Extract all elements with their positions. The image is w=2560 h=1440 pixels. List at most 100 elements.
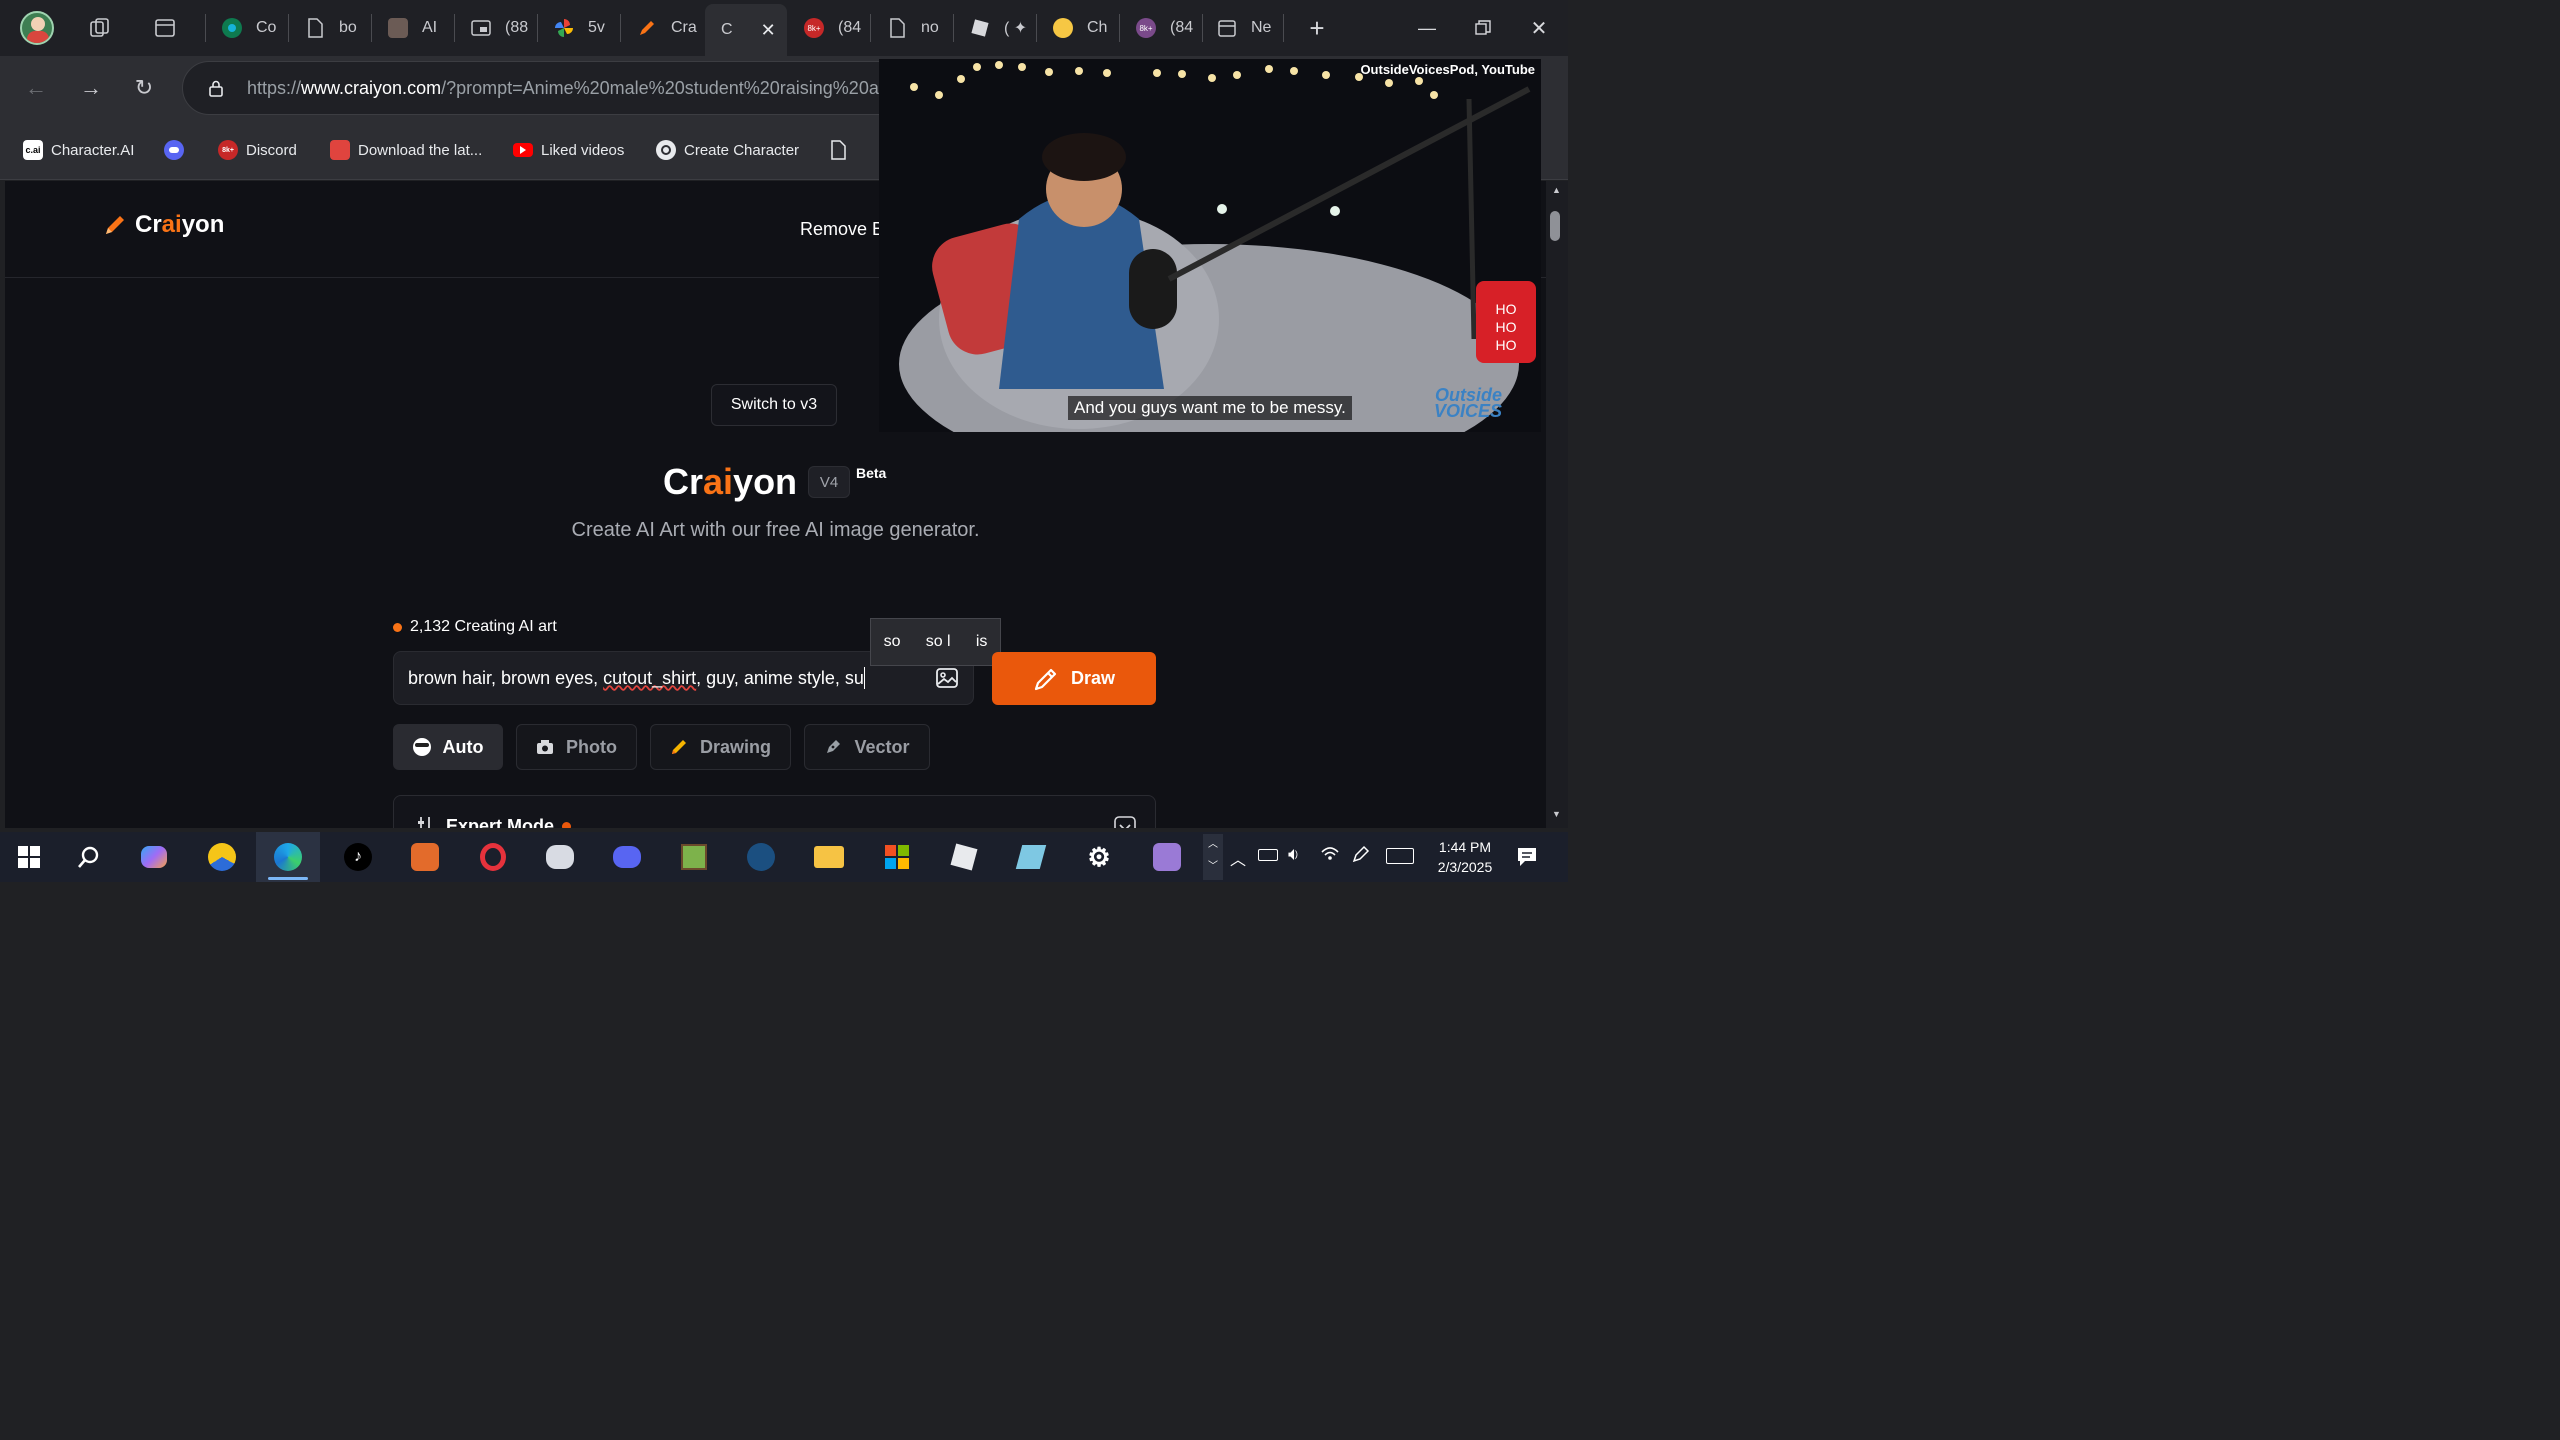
anime-app-icon[interactable] (1150, 840, 1184, 874)
switch-version-button[interactable]: Switch to v3 (711, 384, 837, 426)
autocomplete-suggestions: so so l is (870, 618, 1001, 666)
minecraft-icon[interactable] (677, 840, 711, 874)
chevron-down-icon[interactable] (1114, 816, 1136, 828)
steam-icon[interactable] (744, 840, 778, 874)
pen-icon[interactable] (1351, 844, 1371, 869)
bookmark-character-ai[interactable]: c.ai Character.AI (23, 138, 134, 162)
profile-avatar[interactable] (20, 11, 54, 45)
taskbar-overflow-chevron[interactable]: ︿ ﹀ (1203, 834, 1223, 880)
windows-start-icon[interactable] (12, 840, 46, 874)
emoji-icon (1053, 18, 1073, 38)
scroll-up-icon[interactable]: ▲ (1552, 185, 1561, 195)
site-logo[interactable]: Craiyon (103, 211, 224, 239)
settings-gear-icon[interactable]: ⚙ (1082, 840, 1116, 874)
bookmark-create-character[interactable]: Create Character (656, 138, 799, 162)
browser-tab[interactable]: AI (376, 6, 452, 50)
snipping-tool-icon[interactable] (543, 840, 577, 874)
browser-tab[interactable]: no (875, 6, 951, 50)
keyboard-icon[interactable] (1386, 848, 1414, 864)
new-indicator-dot (562, 822, 572, 828)
mode-vector-button[interactable]: Vector (804, 724, 930, 770)
scroll-down-icon[interactable]: ▼ (1552, 809, 1561, 819)
browser-tab[interactable]: Co (210, 6, 286, 50)
pen-nib-icon (827, 740, 841, 753)
picture-in-picture-icon (471, 18, 491, 38)
browser-tab[interactable]: Ne (1205, 6, 1281, 50)
search-icon[interactable] (72, 840, 106, 874)
suggestion-item[interactable]: so l (926, 633, 951, 651)
8k-icon: 8k+ (218, 140, 238, 160)
beta-label: Beta (856, 465, 887, 481)
mode-drawing-button[interactable]: Drawing (650, 724, 791, 770)
volume-icon[interactable]: 🔉︎ (1288, 844, 1299, 865)
close-window-icon[interactable]: ✕ (1525, 14, 1553, 42)
page-scrollbar[interactable]: ▲ ▼ (1546, 181, 1568, 828)
microsoft-store-icon[interactable] (880, 840, 914, 874)
expert-mode-panel[interactable]: Expert Mode (393, 795, 1156, 828)
bookmark-download[interactable]: Download the lat... (330, 138, 482, 162)
bookmark-liked-videos[interactable]: Liked videos (513, 138, 624, 162)
pencil-icon (1034, 668, 1057, 690)
hero-title: Craiyon (663, 461, 798, 502)
vertical-tabs-icon[interactable] (153, 16, 177, 40)
file-explorer-icon[interactable] (812, 840, 846, 874)
browser-tab[interactable]: Ch (1041, 6, 1117, 50)
copilot-icon[interactable] (137, 840, 171, 874)
browser-tab[interactable]: (88 (459, 6, 535, 50)
tiktok-icon[interactable]: ♪ (341, 840, 375, 874)
restore-icon[interactable] (1469, 14, 1497, 42)
craiyon-pencil-icon (637, 18, 657, 38)
discord-icon[interactable] (610, 840, 644, 874)
nav-remove-background-link[interactable]: Remove B (800, 219, 884, 240)
battery-icon[interactable] (1258, 849, 1278, 861)
svg-text:HO: HO (1496, 337, 1517, 353)
scroll-thumb[interactable] (1550, 211, 1560, 241)
new-tab-icon[interactable]: + (1303, 13, 1331, 43)
back-icon[interactable]: ← (20, 72, 52, 104)
browser-tab[interactable]: 5v (542, 6, 618, 50)
minimize-icon[interactable]: — (1413, 14, 1441, 42)
roblox-icon[interactable] (947, 840, 981, 874)
browser-tab[interactable]: bo (293, 6, 369, 50)
picture-in-picture-video[interactable]: HO HO HO OutsideVoicesPod, YouTube And y… (879, 59, 1541, 432)
bookmark-document[interactable] (828, 138, 848, 162)
browser-tab[interactable]: Cra (625, 6, 701, 50)
draw-button[interactable]: Draw (992, 652, 1156, 705)
auto-face-icon (412, 738, 431, 756)
notifications-icon[interactable] (1516, 846, 1538, 873)
forward-icon[interactable]: → (75, 72, 107, 104)
windows-taskbar: ♪ ⚙ ︿ ﹀ ︿ 🔉︎ 1:44 PM 2/3/2025 (0, 832, 1568, 882)
suggestion-item[interactable]: so (884, 633, 901, 651)
mode-auto-button[interactable]: Auto (393, 724, 503, 770)
active-indicator (268, 877, 308, 880)
video-frame: HO HO HO (879, 59, 1541, 432)
image-upload-icon[interactable] (935, 666, 959, 690)
text-caret (863, 667, 865, 689)
sliders-icon (418, 817, 430, 828)
close-tab-icon[interactable]: ✕ (761, 20, 776, 41)
wifi-icon[interactable] (1320, 844, 1340, 867)
bookmark-discord[interactable]: 8k+ Discord (218, 138, 297, 162)
system-clock[interactable]: 1:44 PM 2/3/2025 (1420, 837, 1510, 877)
browser-tab[interactable]: ( ✦ (958, 6, 1034, 50)
svg-text:HO: HO (1496, 301, 1517, 317)
app-blue-icon[interactable] (1014, 840, 1048, 874)
bookmark-discord-icon-only[interactable] (164, 138, 184, 162)
suggestion-item[interactable]: is (976, 633, 988, 651)
8k-icon: 8k+ (804, 18, 824, 38)
character-icon (388, 18, 408, 38)
8k-icon: 8k+ (1136, 18, 1156, 38)
youtube-icon (513, 143, 533, 157)
address-bar[interactable]: https://www.craiyon.com/?prompt=Anime%20… (182, 61, 942, 115)
browser-tab[interactable]: 8k+ (84 (1124, 6, 1200, 50)
mode-photo-button[interactable]: Photo (516, 724, 637, 770)
workspaces-icon[interactable] (88, 16, 112, 40)
browser-tab[interactable]: 8k+ (84 (792, 6, 868, 50)
chrome-canary-icon[interactable] (205, 840, 239, 874)
refresh-icon[interactable]: ↻ (128, 72, 160, 104)
opera-icon[interactable] (476, 840, 510, 874)
edge-icon[interactable] (271, 840, 305, 874)
tray-chevron-up-icon[interactable]: ︿ (1230, 846, 1246, 870)
browser-tab-active[interactable]: C ✕ (705, 4, 787, 56)
app-orange-icon[interactable] (408, 840, 442, 874)
